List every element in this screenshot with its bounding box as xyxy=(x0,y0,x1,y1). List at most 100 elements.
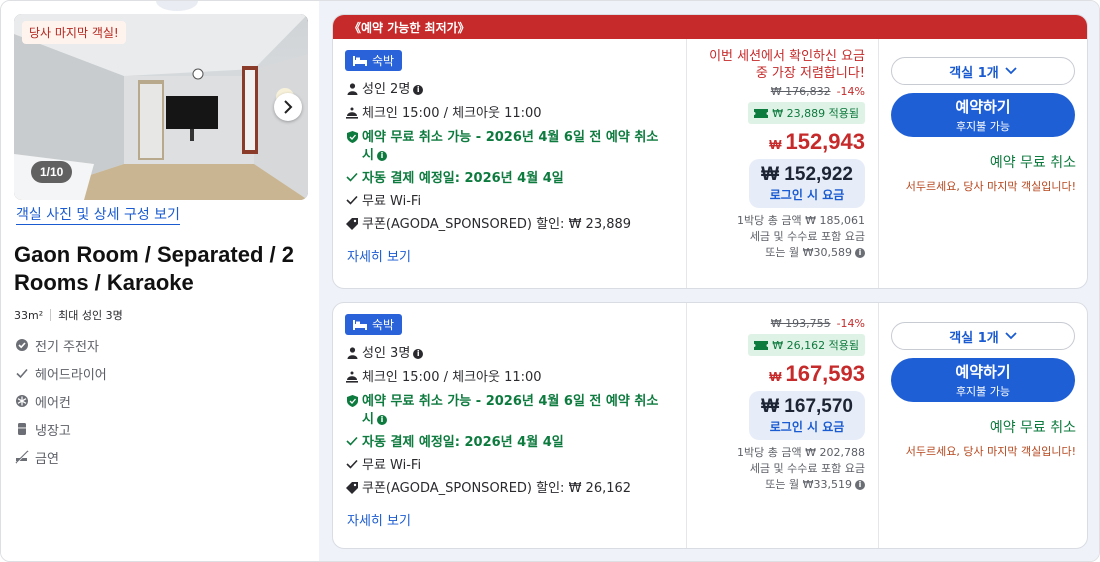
amenity-item: 에어컨 xyxy=(15,387,107,415)
room-photos-link[interactable]: 객실 사진 및 상세 구성 보기 xyxy=(16,204,180,225)
no-smoking-icon xyxy=(15,450,29,464)
offer-card: 숙박 성인 3명 i 체크인 15:00 / 체크아웃 11:00 예약 무료 취… xyxy=(332,302,1088,549)
cancel-policy-row: 예약 무료 취소 가능 - 2026년 4월 6일 전 예약 취소 시i xyxy=(345,129,675,165)
snowflake-icon xyxy=(15,394,29,408)
check-icon xyxy=(345,170,359,182)
guests-label: 성인 2명 xyxy=(362,82,411,97)
amenity-item: 헤어드라이어 xyxy=(15,359,107,387)
price-amount: 167,593 xyxy=(785,361,865,386)
book-button-label: 예약하기 xyxy=(955,98,1011,116)
free-cancel-label: 예약 무료 취소 xyxy=(989,155,1076,171)
monthly-payment-line: 또는 월 ₩33,519 i xyxy=(695,477,865,493)
column-divider xyxy=(686,303,687,548)
price-column: 이번 세션에서 확인하신 요금 중 가장 저렴합니다! ₩ 176,832 -14… xyxy=(695,48,865,261)
wifi-row: 무료 Wi-Fi xyxy=(345,457,675,475)
book-button[interactable]: 예약하기 후지불 가능 xyxy=(891,93,1075,137)
fridge-icon xyxy=(15,422,29,436)
person-icon xyxy=(345,81,359,95)
info-icon[interactable]: i xyxy=(376,150,387,161)
details-link[interactable]: 자세히 보기 xyxy=(347,246,675,265)
ticket-icon xyxy=(754,108,769,118)
chevron-right-icon xyxy=(284,100,293,114)
login-price-label: 로그인 시 요금 xyxy=(769,420,845,434)
checkin-times: 체크인 15:00 / 체크아웃 11:00 xyxy=(362,370,542,385)
room-title: Gaon Room / Separated / 2 Rooms / Karaok… xyxy=(14,242,294,295)
stay-type-label: 숙박 xyxy=(372,54,395,68)
meta-divider xyxy=(50,309,52,321)
coupon-text: 쿠폰(AGODA_SPONSORED) 할인: ₩ 23,889 xyxy=(362,217,632,232)
login-price-box[interactable]: ₩ 152,922 로그인 시 요금 xyxy=(749,159,865,208)
original-price: ₩ 176,832 xyxy=(770,85,831,98)
currency-symbol: ₩ xyxy=(769,137,782,152)
info-icon[interactable]: i xyxy=(413,84,424,95)
check-icon xyxy=(345,193,359,205)
room-summary: 당사 마지막 객실! 1/10 객실 사진 및 상세 구성 보기 Gaon Ro… xyxy=(1,1,319,561)
guests-row: 성인 2명 i xyxy=(345,81,675,99)
cancel-policy-text: 예약 무료 취소 가능 - 2026년 4월 6일 전 예약 취소 시 xyxy=(362,130,659,163)
details-link[interactable]: 자세히 보기 xyxy=(347,510,675,529)
booking-column: 객실 1개 예약하기 후지불 가능 예약 무료 취소 서두르세요, 당사 마지막… xyxy=(891,57,1076,195)
login-price: ₩ 167,570 xyxy=(761,396,853,417)
coupon-text: 쿠폰(AGODA_SPONSORED) 할인: ₩ 26,162 xyxy=(362,481,632,496)
bellhop-icon xyxy=(345,369,359,383)
check-icon xyxy=(345,457,359,469)
last-room-warning: 서두르세요, 당사 마지막 객실입니다! xyxy=(905,180,1076,193)
lowest-price-ribbon: 《예약 가능한 최저가》 xyxy=(333,15,1087,39)
cancel-policy-row: 예약 무료 취소 가능 - 2026년 4월 6일 전 예약 취소 시i xyxy=(345,393,675,429)
info-icon[interactable]: i xyxy=(413,348,424,359)
info-icon[interactable]: i xyxy=(376,414,387,425)
price-column: ₩ 193,755 -14% ₩ 26,162 적용됨 ₩167,593 ₩ 16… xyxy=(695,317,865,493)
guests-row: 성인 3명 i xyxy=(345,345,675,363)
offer-features: 숙박 성인 3명 i 체크인 15:00 / 체크아웃 11:00 예약 무료 취… xyxy=(345,314,675,529)
column-divider xyxy=(686,39,687,288)
checkin-row: 체크인 15:00 / 체크아웃 11:00 xyxy=(345,369,675,387)
room-offer-panel: 당사 마지막 객실! 1/10 객실 사진 및 상세 구성 보기 Gaon Ro… xyxy=(0,0,1100,562)
cheapest-session-message: 이번 세션에서 확인하신 요금 중 가장 저렴합니다! xyxy=(709,49,865,81)
room-size: 33m² xyxy=(14,308,44,322)
discount-percent: -14% xyxy=(836,85,865,98)
person-icon xyxy=(345,345,359,359)
checkin-times: 체크인 15:00 / 체크아웃 11:00 xyxy=(362,106,542,121)
login-price-box[interactable]: ₩ 167,570 로그인 시 요금 xyxy=(749,391,865,440)
cancel-policy-text: 예약 무료 취소 가능 - 2026년 4월 6일 전 예약 취소 시 xyxy=(362,394,659,427)
info-icon[interactable]: i xyxy=(855,248,865,258)
monthly-text: 또는 월 ₩33,519 xyxy=(765,478,852,491)
auto-pay-row: 자동 결제 예정일: 2026년 4월 4일 xyxy=(345,434,675,452)
offer-card: 《예약 가능한 최저가》 숙박 성인 2명 i 체크인 15:00 / 체크아웃 … xyxy=(332,14,1088,289)
booking-column: 객실 1개 예약하기 후지불 가능 예약 무료 취소 서두르세요, 당사 마지막… xyxy=(891,322,1076,460)
stay-type-label: 숙박 xyxy=(372,318,395,332)
max-occupancy: 최대 성인 3명 xyxy=(58,309,123,322)
ticket-icon xyxy=(754,340,769,350)
original-price-row: ₩ 193,755 -14% xyxy=(695,317,865,330)
bed-icon xyxy=(353,319,367,330)
last-room-badge: 당사 마지막 객실! xyxy=(22,21,126,44)
scroll-indicator xyxy=(156,1,198,11)
room-photo[interactable]: 당사 마지막 객실! 1/10 xyxy=(14,14,308,200)
wifi-text: 무료 Wi-Fi xyxy=(362,194,422,209)
free-cancel-label: 예약 무료 취소 xyxy=(989,420,1076,436)
tax-included-line: 세금 및 수수료 포함 요금 xyxy=(749,462,865,475)
stay-type-badge: 숙박 xyxy=(345,314,403,335)
coupon-applied-label: ₩ 26,162 적용됨 xyxy=(772,339,859,352)
currency-symbol: ₩ xyxy=(769,369,782,384)
total-price-line: 1박당 총 금액 ₩ 202,788 xyxy=(737,446,865,459)
coupon-applied-tag: ₩ 26,162 적용됨 xyxy=(748,334,865,356)
tax-included-line: 세금 및 수수료 포함 요금 xyxy=(749,230,865,243)
monthly-payment-line: 또는 월 ₩30,589 i xyxy=(695,245,865,261)
coupon-applied-label: ₩ 23,889 적용됨 xyxy=(772,107,859,120)
check-icon xyxy=(345,434,359,446)
info-icon[interactable]: i xyxy=(855,480,865,490)
room-count-select[interactable]: 객실 1개 xyxy=(891,57,1075,85)
wifi-text: 무료 Wi-Fi xyxy=(362,458,422,473)
room-count-select[interactable]: 객실 1개 xyxy=(891,322,1075,350)
tag-icon xyxy=(345,216,359,230)
auto-pay-text: 자동 결제 예정일: 2026년 4월 4일 xyxy=(362,435,564,450)
final-price: ₩167,593 xyxy=(695,361,865,387)
next-photo-button[interactable] xyxy=(274,93,302,121)
amenity-label: 전기 주전자 xyxy=(35,339,99,355)
bed-icon xyxy=(353,55,367,66)
book-button[interactable]: 예약하기 후지불 가능 xyxy=(891,358,1075,402)
kettle-icon xyxy=(15,338,29,352)
tag-icon xyxy=(345,480,359,494)
auto-pay-row: 자동 결제 예정일: 2026년 4월 4일 xyxy=(345,170,675,188)
